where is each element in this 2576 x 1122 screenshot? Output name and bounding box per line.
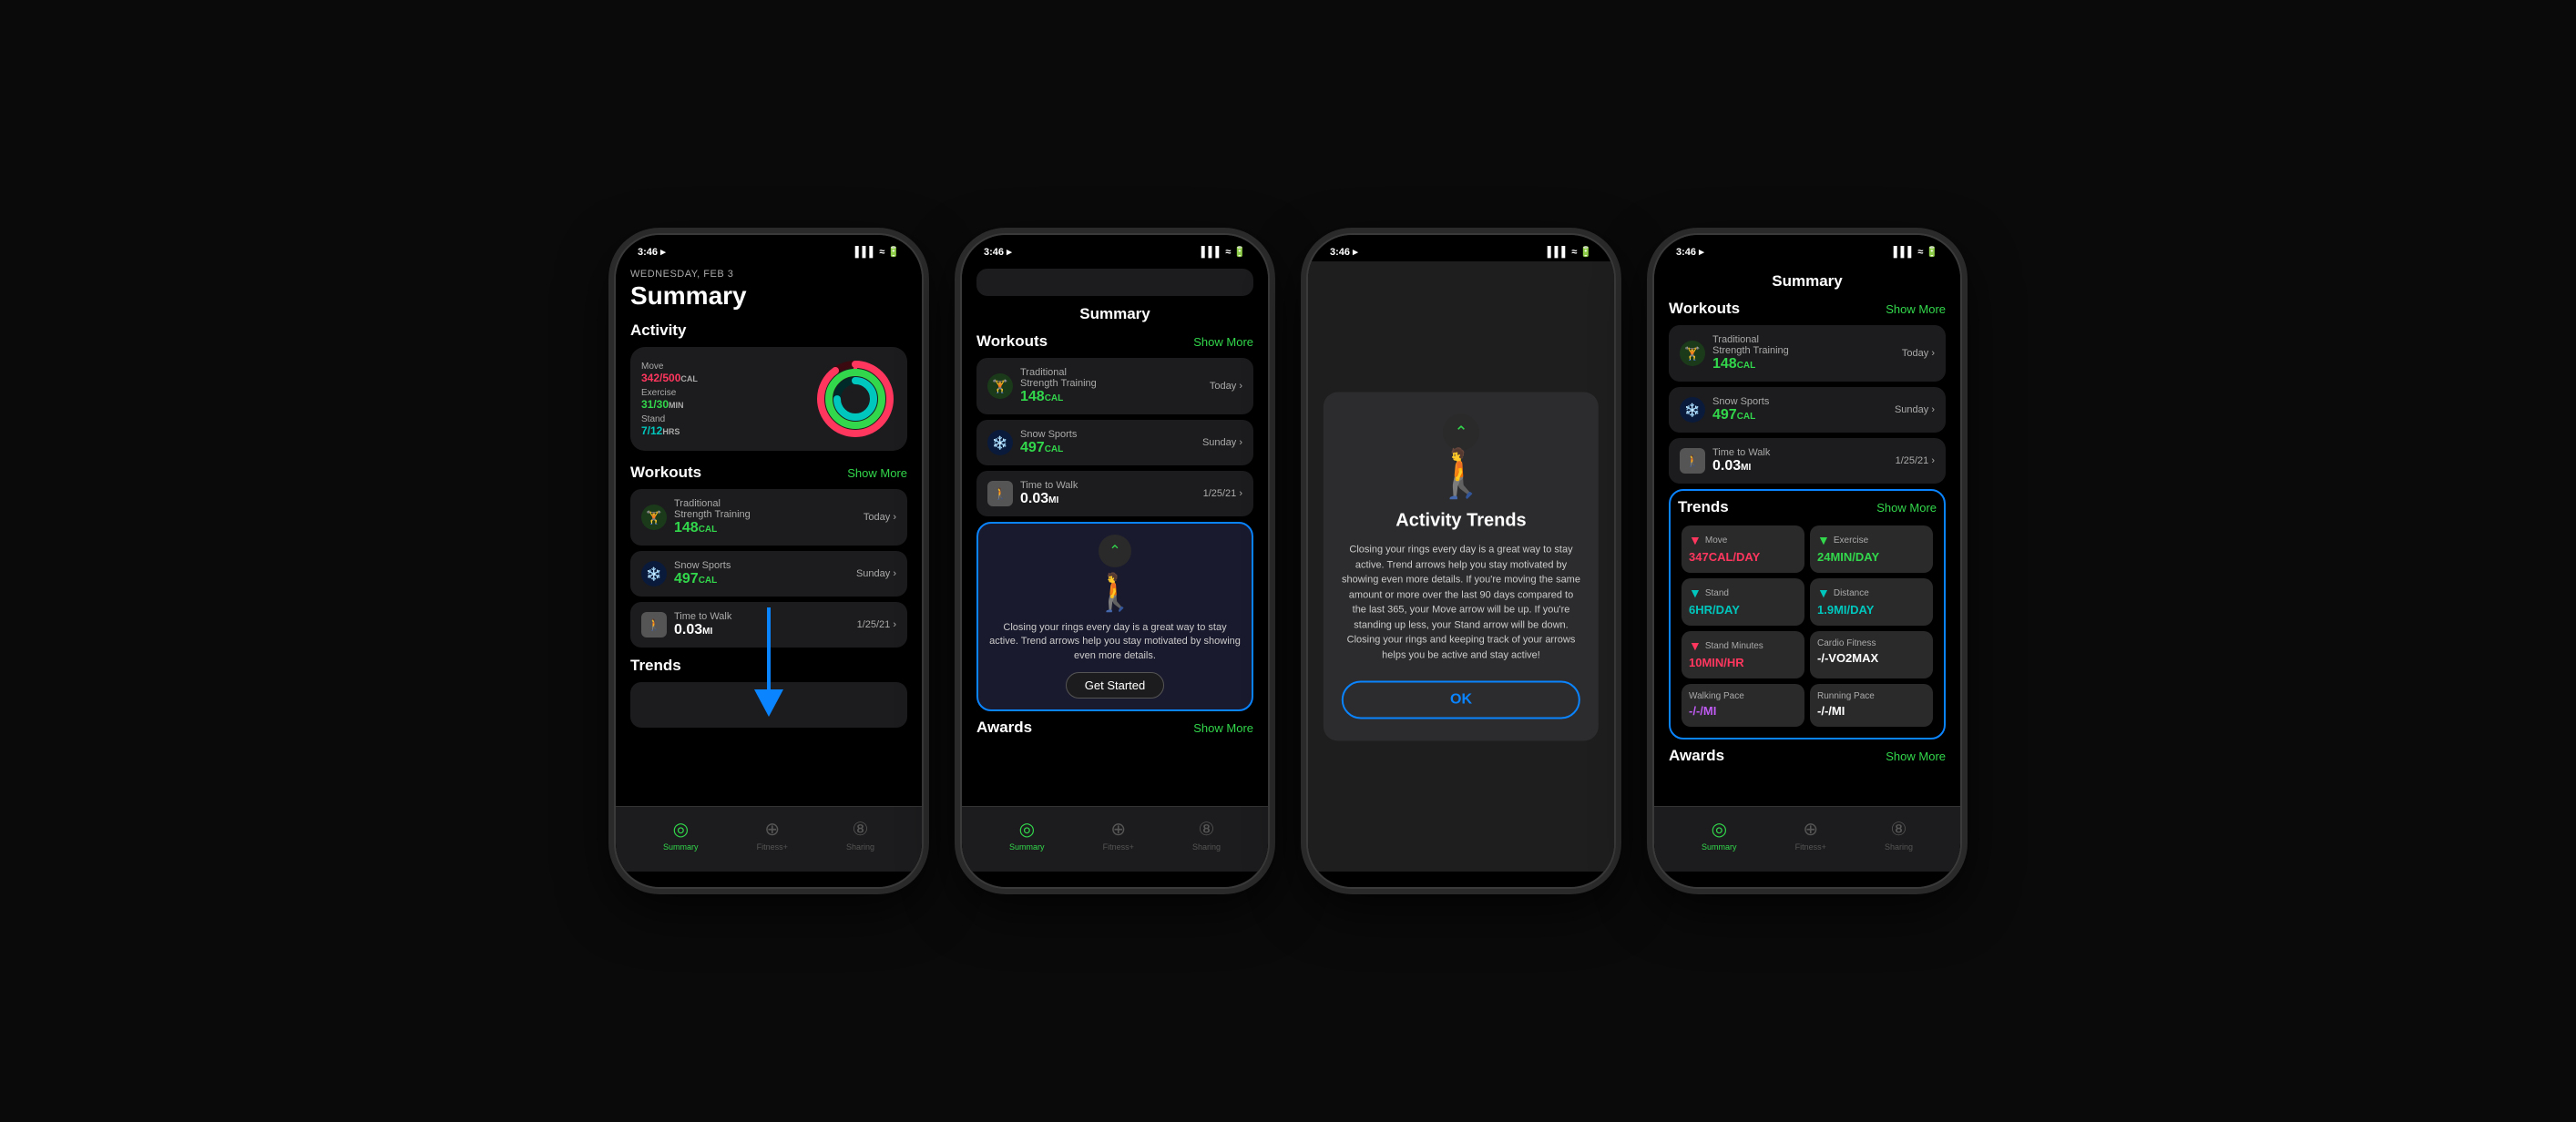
status-bar-3: 3:46 ▸ ▌▌▌ ≈ 🔋 [1308, 235, 1614, 261]
tab-summary-1[interactable]: ◎ Summary [663, 818, 699, 852]
time-1: 3:46 ▸ [638, 246, 666, 258]
trend-distance: ▼ Distance 1.9MI/DAY [1810, 578, 1933, 626]
tab-sharing-1[interactable]: ⑧ Sharing [846, 818, 874, 852]
workout-icon-strength-1: 🏋️ [641, 505, 667, 530]
scroll-down-arrow [751, 607, 787, 721]
trends-description: Closing your rings every day is a great … [989, 621, 1241, 663]
trend-cardio: Cardio Fitness -/-VO2MAX [1810, 631, 1933, 678]
ok-button[interactable]: OK [1342, 681, 1580, 719]
awards-section-2: Awards Show More [976, 719, 1253, 737]
sharing-tab-icon-1: ⑧ [852, 818, 868, 841]
dialog-text: Closing your rings every day is a great … [1342, 543, 1580, 663]
phone-4: 3:46 ▸ ▌▌▌ ≈ 🔋 Summary Workouts Show Mor… [1652, 233, 1962, 889]
tab-bar-2: ◎ Summary ⊕ Fitness+ ⑧ Sharing [962, 806, 1268, 872]
nav-title-2: Summary [976, 301, 1253, 332]
show-more-trends-4[interactable]: Show More [1876, 501, 1937, 515]
dialog-walk-icon: 🚶 [1432, 451, 1491, 498]
trends-grid: ▼ Move 347CAL/DAY ▼ Exercise 24MIN/DAY [1678, 522, 1937, 730]
signal-1: ▌▌▌ ≈ 🔋 [855, 246, 900, 258]
workout-icon-snow-1: ❄️ [641, 561, 667, 586]
workout-strength-2[interactable]: 🏋️ TraditionalStrength Training 148CAL T… [976, 358, 1253, 414]
fitness-tab-icon-1: ⊕ [764, 818, 780, 841]
trend-stand: ▼ Stand 6HR/DAY [1682, 578, 1804, 626]
phone-3: 3:46 ▸ ▌▌▌ ≈ 🔋 ⌃ 🚶 Activity Trends Closi… [1306, 233, 1616, 889]
partial-top-card [976, 269, 1253, 296]
tab-bar-4: ◎ Summary ⊕ Fitness+ ⑧ Sharing [1654, 806, 1960, 872]
workout-walk-2[interactable]: 🚶 Time to Walk 0.03MI 1/25/21 › [976, 471, 1253, 516]
move-row: Move 342/500CAL [641, 362, 698, 384]
trend-move: ▼ Move 347CAL/DAY [1682, 525, 1804, 573]
move-trend-arrow: ▼ [1689, 533, 1702, 547]
nav-title-4: Summary [1669, 269, 1946, 300]
activity-section-header: Activity [630, 321, 907, 340]
tab-fitness-4[interactable]: ⊕ Fitness+ [1795, 818, 1826, 852]
workout-item-snow-1[interactable]: ❄️ Snow Sports 497CAL Sunday › [630, 551, 907, 597]
dialog-chevron-icon: ⌃ [1443, 414, 1479, 451]
activity-title: Activity [630, 321, 686, 340]
trends-card-highlighted[interactable]: ⌃ 🚶 Closing your rings every day is a gr… [976, 522, 1253, 711]
trends-header-4: Trends Show More [1678, 498, 1937, 516]
exercise-row: Exercise 31/30MIN [641, 388, 698, 411]
tab-summary-4[interactable]: ◎ Summary [1702, 818, 1737, 852]
phone-2: 3:46 ▸ ▌▌▌ ≈ 🔋 Summary Workouts Show Mor… [960, 233, 1270, 889]
workout-icon-walk-1: 🚶 [641, 612, 667, 638]
show-more-2[interactable]: Show More [1193, 335, 1253, 349]
tab-fitness-1[interactable]: ⊕ Fitness+ [757, 818, 788, 852]
workouts-section-4: Workouts Show More [1669, 300, 1946, 318]
dialog-title: Activity Trends [1342, 511, 1580, 532]
workouts-section-1: Workouts Show More [630, 464, 907, 482]
exercise-trend-arrow: ▼ [1817, 533, 1830, 547]
activity-trends-dialog: ⌃ 🚶 Activity Trends Closing your rings e… [1324, 393, 1599, 741]
activity-card: Move 342/500CAL Exercise 31/30MIN Stand … [630, 347, 907, 451]
tab-fitness-2[interactable]: ⊕ Fitness+ [1103, 818, 1134, 852]
distance-trend-arrow: ▼ [1817, 586, 1830, 600]
status-bar-4: 3:46 ▸ ▌▌▌ ≈ 🔋 [1654, 235, 1960, 261]
trend-exercise: ▼ Exercise 24MIN/DAY [1810, 525, 1933, 573]
svg-text:▲: ▲ [852, 362, 859, 371]
tab-bar-1: ◎ Summary ⊕ Fitness+ ⑧ Sharing [616, 806, 922, 872]
screen-title-1: Summary [630, 281, 907, 311]
show-more-workouts-1[interactable]: Show More [847, 466, 907, 480]
status-bar-1: 3:46 ▸ ▌▌▌ ≈ 🔋 [616, 235, 922, 261]
date-label-1: WEDNESDAY, FEB 3 [630, 269, 907, 280]
workouts-section-2: Workouts Show More [976, 332, 1253, 351]
workout-item-strength-1[interactable]: 🏋️ TraditionalStrength Training 148CAL T… [630, 489, 907, 546]
show-more-workouts-4[interactable]: Show More [1886, 302, 1946, 316]
tab-sharing-4[interactable]: ⑧ Sharing [1885, 818, 1913, 852]
get-started-button[interactable]: Get Started [1066, 672, 1164, 699]
trend-walk-pace: Walking Pace -/-/MI [1682, 684, 1804, 727]
show-more-awards-2[interactable]: Show More [1193, 721, 1253, 735]
activity-rings: ▲ [814, 358, 896, 440]
workout-strength-4[interactable]: 🏋️ TraditionalStrength Training 148CAL T… [1669, 325, 1946, 382]
stand-min-trend-arrow: ▼ [1689, 638, 1702, 653]
trend-run-pace: Running Pace -/-/MI [1810, 684, 1933, 727]
stand-row: Stand 7/12HRS [641, 414, 698, 437]
activity-stats: Move 342/500CAL Exercise 31/30MIN Stand … [641, 362, 698, 437]
workout-walk-4[interactable]: 🚶 Time to Walk 0.03MI 1/25/21 › [1669, 438, 1946, 484]
awards-section-4: Awards Show More [1669, 747, 1946, 765]
summary-tab-icon-1: ◎ [673, 818, 689, 841]
trend-stand-min: ▼ Stand Minutes 10MIN/HR [1682, 631, 1804, 678]
phone-1: 3:46 ▸ ▌▌▌ ≈ 🔋 WEDNESDAY, FEB 3 Summary … [614, 233, 924, 889]
workout-snow-2[interactable]: ❄️ Snow Sports 497CAL Sunday › [976, 420, 1253, 465]
status-bar-2: 3:46 ▸ ▌▌▌ ≈ 🔋 [962, 235, 1268, 261]
trends-icons: ⌃ 🚶 [1092, 535, 1138, 614]
workout-snow-4[interactable]: ❄️ Snow Sports 497CAL Sunday › [1669, 387, 1946, 433]
tab-summary-2[interactable]: ◎ Summary [1009, 818, 1045, 852]
tab-sharing-2[interactable]: ⑧ Sharing [1192, 818, 1221, 852]
stand-trend-arrow: ▼ [1689, 586, 1702, 600]
trends-grid-highlighted: Trends Show More ▼ Move 347CAL/DAY [1669, 489, 1946, 740]
show-more-awards-4[interactable]: Show More [1886, 750, 1946, 763]
